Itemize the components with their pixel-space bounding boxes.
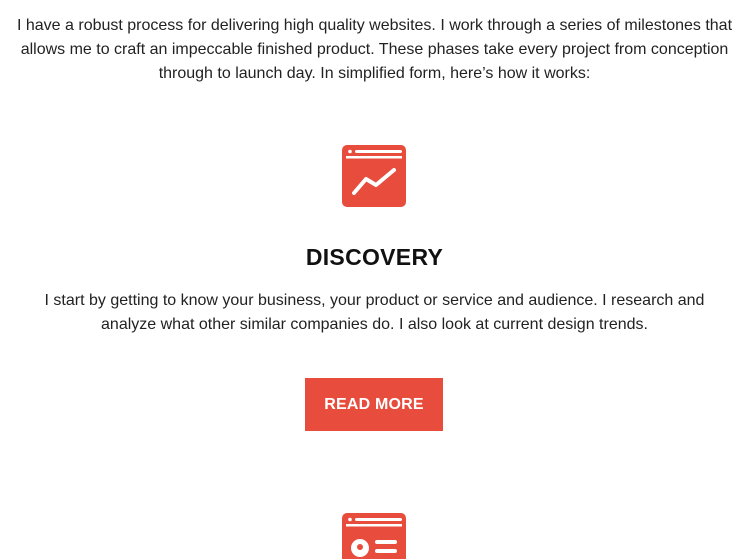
intro-text: I have a robust process for delivering h… [16, 17, 733, 82]
step-title: DISCOVERY [305, 244, 444, 270]
browser-profile-icon [342, 513, 406, 559]
step-description: I start by getting to know your business… [44, 292, 705, 333]
read-more-button[interactable]: READ MORE [305, 378, 443, 431]
browser-chart-icon [342, 145, 406, 207]
